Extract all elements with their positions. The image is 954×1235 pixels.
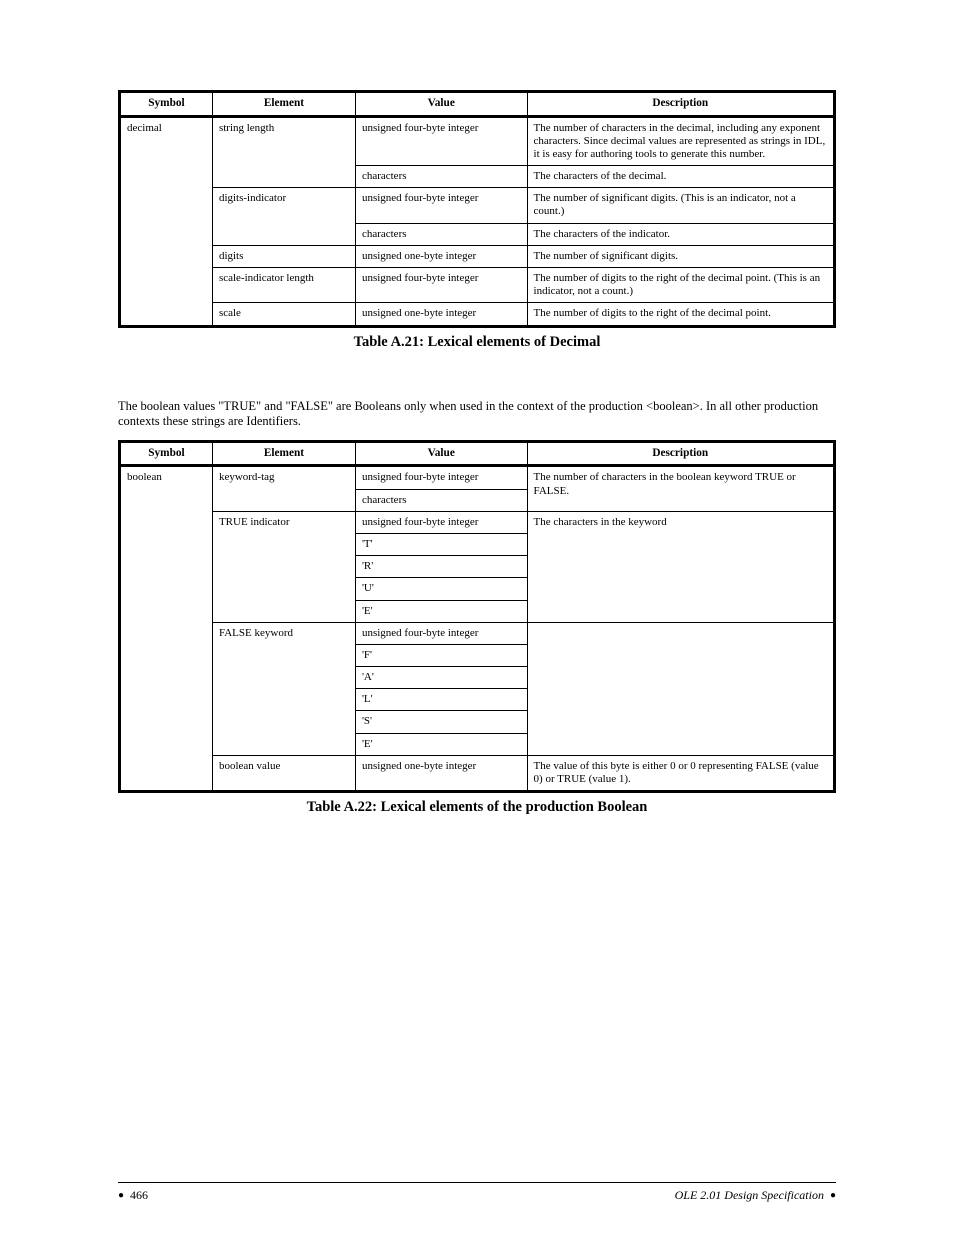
cell-desc <box>527 622 834 755</box>
table-row: boolean value unsigned one-byte integer … <box>120 755 835 791</box>
cell-value: characters <box>355 223 527 245</box>
cell-value: unsigned four-byte integer <box>355 188 527 223</box>
cell-value: unsigned four-byte integer <box>355 511 527 533</box>
cell-element: FALSE keyword <box>212 622 355 755</box>
cell-value: unsigned four-byte integer <box>355 466 527 489</box>
cell-value: 'E' <box>355 733 527 755</box>
cell-value: unsigned one-byte integer <box>355 245 527 267</box>
cell-value: characters <box>355 166 527 188</box>
cell-desc: The number of characters in the boolean … <box>527 466 834 511</box>
thb-symbol: Symbol <box>120 441 213 466</box>
cell-value: 'E' <box>355 600 527 622</box>
cell-desc: The number of significant digits. <box>527 245 834 267</box>
cell-element: string length <box>212 116 355 188</box>
cell-element: digits-indicator <box>212 188 355 246</box>
cell-value: unsigned four-byte integer <box>355 268 527 303</box>
cell-value: unsigned one-byte integer <box>355 755 527 791</box>
table-row: TRUE indicator unsigned four-byte intege… <box>120 511 835 533</box>
table-b-title: Table A.22: Lexical elements of the prod… <box>118 799 836 816</box>
thb-value: Value <box>355 441 527 466</box>
table-a-decimal: Symbol Element Value Description decimal… <box>118 90 836 328</box>
cell-symbol: boolean <box>120 466 213 792</box>
thb-element: Element <box>212 441 355 466</box>
footer-title: OLE 2.01 Design Specification <box>675 1188 824 1203</box>
cell-desc: The characters of the decimal. <box>527 166 834 188</box>
cell-value: 'R' <box>355 556 527 578</box>
cell-symbol: decimal <box>120 116 213 326</box>
cell-desc: The number of digits to the right of the… <box>527 268 834 303</box>
cell-value: 'T' <box>355 533 527 555</box>
cell-value: unsigned one-byte integer <box>355 303 527 326</box>
table-row: scale-indicator length unsigned four-byt… <box>120 268 835 303</box>
cell-element: boolean value <box>212 755 355 791</box>
tha-value: Value <box>355 92 527 117</box>
page-footer: ● 466 OLE 2.01 Design Specification ● <box>118 1182 836 1203</box>
table-b-description: The boolean values "TRUE" and "FALSE" ar… <box>118 399 836 430</box>
cell-element: keyword-tag <box>212 466 355 511</box>
table-a-title: Table A.21: Lexical elements of Decimal <box>118 334 836 351</box>
thb-desc: Description <box>527 441 834 466</box>
table-row: decimal string length unsigned four-byte… <box>120 116 835 166</box>
table-row: scale unsigned one-byte integer The numb… <box>120 303 835 326</box>
tha-symbol: Symbol <box>120 92 213 117</box>
cell-value: 'U' <box>355 578 527 600</box>
cell-value: unsigned four-byte integer <box>355 116 527 166</box>
cell-value: 'L' <box>355 689 527 711</box>
tha-element: Element <box>212 92 355 117</box>
cell-element: scale-indicator length <box>212 268 355 303</box>
cell-element: digits <box>212 245 355 267</box>
cell-value: 'S' <box>355 711 527 733</box>
footer-page-number: 466 <box>130 1188 148 1203</box>
cell-value: characters <box>355 489 527 511</box>
cell-desc: The number of digits to the right of the… <box>527 303 834 326</box>
table-row: digits-indicator unsigned four-byte inte… <box>120 188 835 223</box>
cell-desc: The value of this byte is either 0 or 0 … <box>527 755 834 791</box>
table-row: FALSE keyword unsigned four-byte integer <box>120 622 835 644</box>
table-row: digits unsigned one-byte integer The num… <box>120 245 835 267</box>
cell-element: scale <box>212 303 355 326</box>
cell-desc: The characters of the indicator. <box>527 223 834 245</box>
tha-desc: Description <box>527 92 834 117</box>
cell-desc: The number of characters in the decimal,… <box>527 116 834 166</box>
cell-value: 'F' <box>355 644 527 666</box>
table-row: boolean keyword-tag unsigned four-byte i… <box>120 466 835 489</box>
table-b-boolean: Symbol Element Value Description boolean… <box>118 440 836 793</box>
cell-element: TRUE indicator <box>212 511 355 622</box>
cell-desc: The characters in the keyword <box>527 511 834 622</box>
bullet-icon: ● <box>830 1190 836 1201</box>
bullet-icon: ● <box>118 1190 124 1201</box>
cell-value: 'A' <box>355 667 527 689</box>
cell-desc: The number of significant digits. (This … <box>527 188 834 223</box>
cell-value: unsigned four-byte integer <box>355 622 527 644</box>
